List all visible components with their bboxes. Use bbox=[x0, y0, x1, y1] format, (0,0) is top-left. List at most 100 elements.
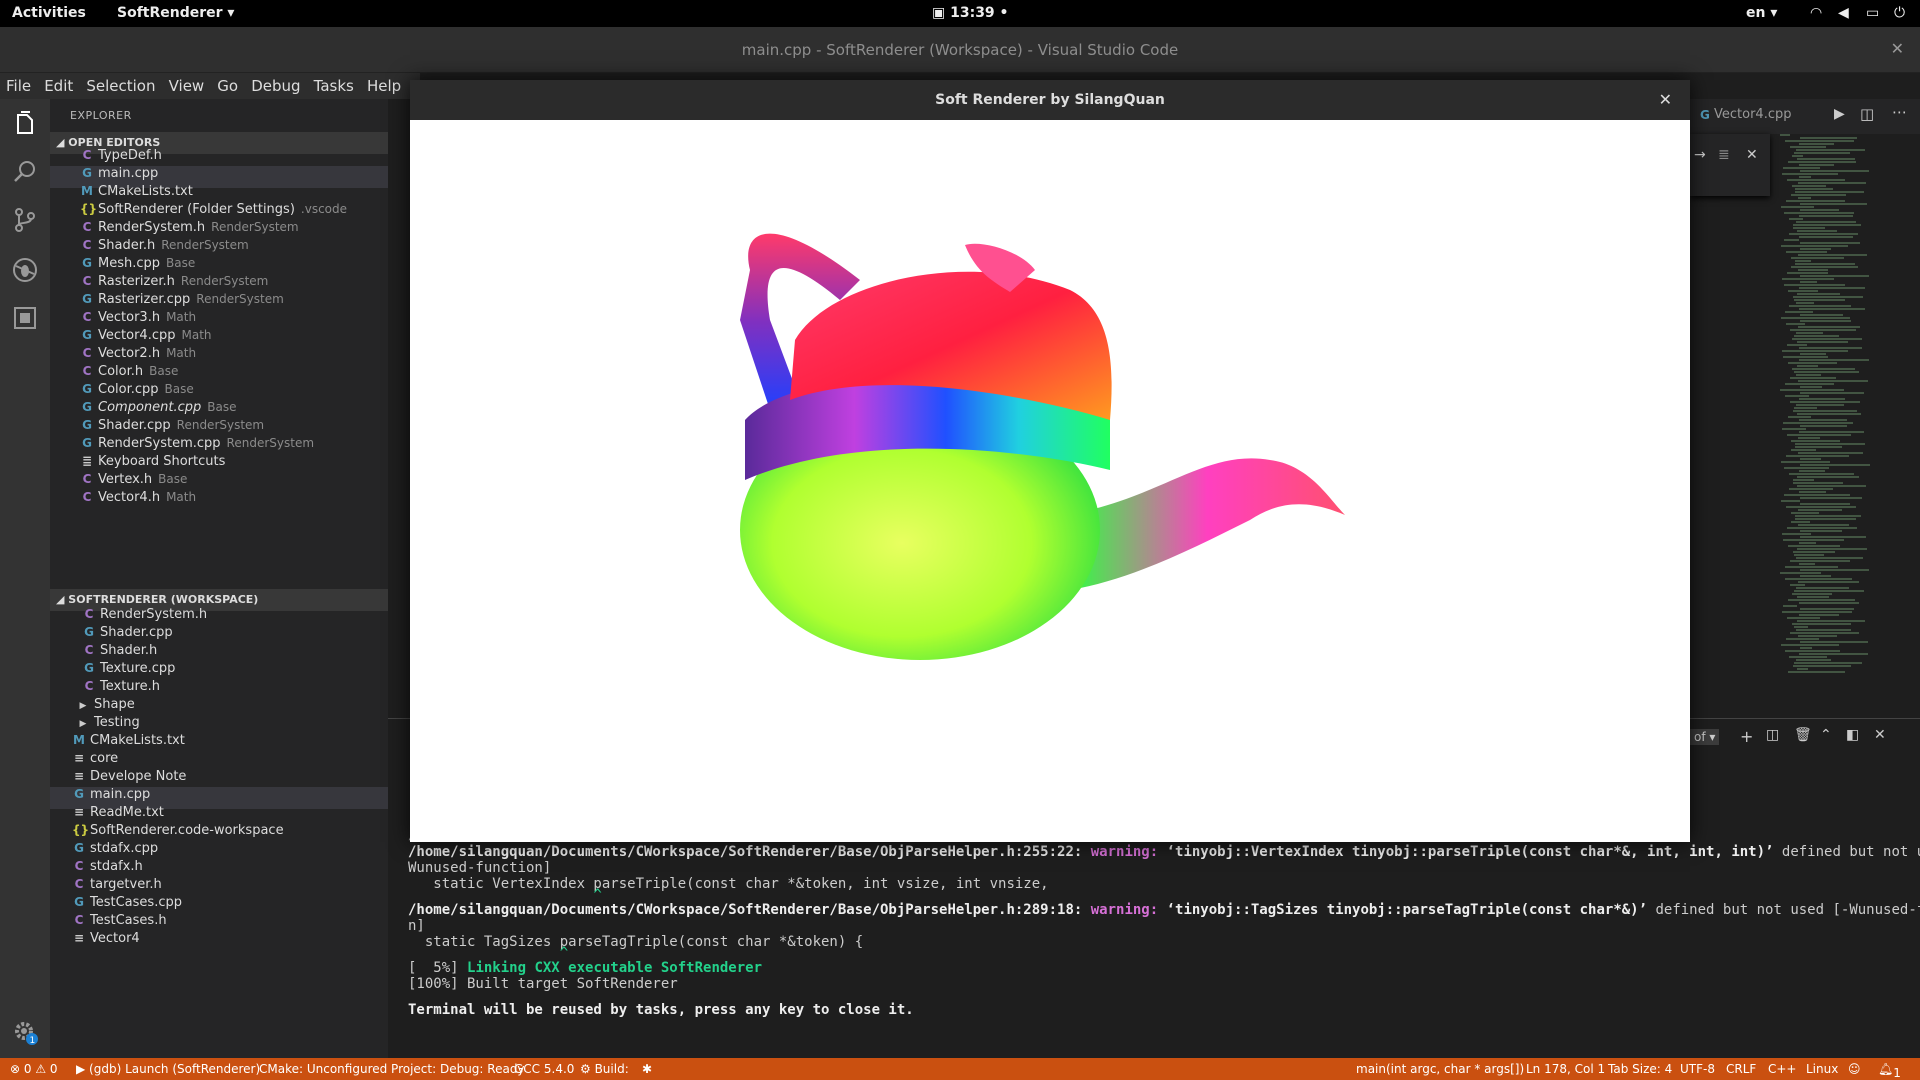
minimap-line bbox=[1799, 614, 1839, 616]
battery-icon[interactable]: ▭ bbox=[1866, 5, 1879, 21]
run-icon[interactable]: ▶ bbox=[1834, 106, 1845, 122]
debug-icon[interactable] bbox=[12, 257, 38, 283]
terminal-output[interactable]: /home/silangquan/Documents/CWorkspace/So… bbox=[408, 831, 1920, 1018]
minimap-line bbox=[1781, 461, 1831, 463]
next-match-icon[interactable]: → bbox=[1694, 147, 1706, 163]
new-terminal-icon[interactable]: + bbox=[1740, 727, 1753, 746]
file-name: CMakeLists.txt bbox=[90, 733, 185, 748]
minimap-line bbox=[1781, 533, 1811, 535]
power-icon[interactable]: ⏻ bbox=[1894, 5, 1905, 21]
minimap-line bbox=[1785, 578, 1853, 580]
file-type-icon: C bbox=[84, 643, 94, 657]
trash-icon[interactable]: 🗑 bbox=[1794, 727, 1812, 743]
minimap-line bbox=[1787, 161, 1857, 163]
split-editor-icon[interactable]: ◫ bbox=[1860, 105, 1874, 123]
compiler-status[interactable]: GCC 5.4.0 bbox=[514, 1062, 574, 1076]
chevron-right-icon: ▶ bbox=[79, 719, 87, 729]
notifications-bell-icon[interactable]: 🔔︎ 1 bbox=[1878, 1062, 1901, 1080]
minimap-line bbox=[1797, 341, 1848, 343]
file-name: Vector4.cpp bbox=[98, 328, 176, 343]
minimap-line bbox=[1789, 218, 1804, 220]
toggle-panel-position-icon[interactable]: ◧ bbox=[1846, 727, 1859, 743]
line-ending[interactable]: CRLF bbox=[1726, 1062, 1756, 1076]
menu-tasks[interactable]: Tasks bbox=[308, 73, 354, 95]
menu-edit[interactable]: Edit bbox=[38, 73, 73, 95]
language-indicator[interactable]: en ▾ bbox=[1746, 5, 1777, 21]
close-icon[interactable]: ✕ bbox=[1746, 147, 1758, 163]
split-terminal-icon[interactable]: ◫ bbox=[1766, 727, 1779, 743]
minimap-line bbox=[1799, 347, 1862, 349]
search-icon[interactable] bbox=[12, 159, 38, 185]
minimap[interactable] bbox=[1780, 134, 1910, 694]
file-item[interactable]: ≡ Vector4 bbox=[50, 931, 388, 953]
current-function[interactable]: main(int argc, char * args[]) bbox=[1356, 1062, 1524, 1076]
file-folder: Math bbox=[166, 490, 197, 504]
os-indicator[interactable]: Linux bbox=[1806, 1062, 1838, 1076]
problems-indicator[interactable]: ⊗ 0 ⚠ 0 bbox=[10, 1062, 58, 1076]
minimap-line bbox=[1799, 530, 1843, 532]
minimap-line bbox=[1796, 476, 1860, 478]
tab-vector4-cpp[interactable]: Vector4.cpp bbox=[1714, 107, 1791, 122]
minimap-line bbox=[1793, 662, 1862, 664]
file-type-icon: ≣ bbox=[81, 454, 93, 468]
minimap-line bbox=[1787, 617, 1821, 619]
minimap-line bbox=[1798, 197, 1812, 199]
minimap-line bbox=[1797, 182, 1866, 184]
minimap-line bbox=[1798, 509, 1842, 511]
minimap-line bbox=[1793, 299, 1846, 301]
terminal-select[interactable]: of ▾ bbox=[1690, 729, 1720, 745]
menu-debug[interactable]: Debug bbox=[245, 73, 300, 95]
close-panel-icon[interactable]: ✕ bbox=[1874, 727, 1886, 743]
file-name: main.cpp bbox=[90, 787, 151, 802]
encoding[interactable]: UTF-8 bbox=[1680, 1062, 1715, 1076]
minimap-line bbox=[1798, 236, 1853, 238]
more-actions-icon[interactable]: ⋯ bbox=[1892, 103, 1907, 121]
language-mode[interactable]: C++ bbox=[1768, 1062, 1797, 1076]
activities-button[interactable]: Activities bbox=[12, 5, 86, 21]
feedback-smiley-icon[interactable]: ☺ bbox=[1848, 1062, 1861, 1076]
file-folder: RenderSystem bbox=[180, 274, 269, 288]
files-icon[interactable] bbox=[12, 111, 38, 137]
clock[interactable]: ▣ 13:39 • bbox=[932, 5, 1009, 21]
minimap-line bbox=[1786, 434, 1851, 436]
app-menu[interactable]: SoftRenderer ▾ bbox=[117, 5, 234, 21]
open-editor-item[interactable]: C Vector4.h Math bbox=[50, 490, 388, 512]
menu-view[interactable]: View bbox=[163, 73, 205, 95]
soft-renderer-close-button[interactable]: ✕ bbox=[1659, 90, 1672, 109]
minimap-line bbox=[1795, 149, 1865, 151]
minimap-line bbox=[1796, 302, 1815, 304]
debug-launch-config[interactable]: ▶ (gdb) Launch (SoftRenderer) bbox=[76, 1062, 260, 1076]
settings-gear-icon[interactable]: 1 bbox=[12, 1019, 38, 1046]
file-type-icon: {} bbox=[72, 823, 90, 837]
file-name: Color.cpp bbox=[98, 382, 159, 397]
extensions-icon[interactable] bbox=[12, 305, 38, 331]
find-in-selection-icon[interactable]: ≣ bbox=[1718, 147, 1730, 163]
file-name: Vector2.h bbox=[98, 346, 161, 361]
terminal-line: Wunused-function] bbox=[408, 860, 552, 876]
source-control-icon[interactable] bbox=[12, 207, 38, 233]
wifi-icon[interactable]: ◠ bbox=[1810, 5, 1822, 21]
panel-toolbar: of ▾ + ◫ 🗑 ⌃ ◧ ✕ bbox=[1690, 724, 1920, 750]
window-close-button[interactable]: ✕ bbox=[1891, 39, 1904, 58]
chevron-right-icon: ▶ bbox=[79, 701, 87, 711]
menu-selection[interactable]: Selection bbox=[80, 73, 155, 95]
tab-size[interactable]: Tab Size: 4 bbox=[1608, 1062, 1672, 1076]
maximize-panel-icon[interactable]: ⌃ bbox=[1820, 727, 1832, 743]
file-name: ReadMe.txt bbox=[90, 805, 164, 820]
menu-help[interactable]: Help bbox=[361, 73, 401, 95]
file-folder: .vscode bbox=[300, 202, 348, 216]
render-canvas[interactable] bbox=[410, 120, 1690, 842]
minimap-line bbox=[1781, 278, 1834, 280]
minimap-line bbox=[1782, 611, 1852, 613]
minimap-line bbox=[1780, 572, 1822, 574]
minimap-line bbox=[1782, 605, 1797, 607]
menu-go[interactable]: Go bbox=[211, 73, 238, 95]
build-button[interactable]: ⚙ Build: bbox=[580, 1062, 629, 1076]
cursor-position[interactable]: Ln 178, Col 1 bbox=[1526, 1062, 1605, 1076]
file-folder: Math bbox=[181, 328, 212, 342]
cmake-status[interactable]: CMake: Unconfigured Project: Debug: Read… bbox=[259, 1062, 525, 1076]
menu-file[interactable]: File bbox=[0, 73, 31, 95]
volume-icon[interactable]: ◀ bbox=[1838, 5, 1849, 21]
debug-bug-icon[interactable]: ✱ bbox=[642, 1062, 652, 1076]
file-type-icon: G bbox=[74, 841, 84, 855]
